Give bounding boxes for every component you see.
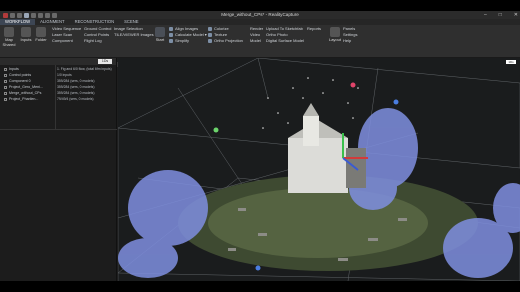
image-selection-button[interactable]: Image Selection — [114, 26, 143, 31]
window-title: Merge_without_CPs* - RealityCapture — [221, 12, 299, 17]
colorize-button[interactable]: Colorize — [208, 26, 229, 31]
new-project-icon — [4, 27, 14, 37]
viewport-layout-badge[interactable]: 1Ds — [506, 60, 516, 64]
laser-scan-button[interactable]: Laser Scan — [52, 32, 72, 37]
tree-item-project-pharilen[interactable]: Project_Pharilen... — [4, 97, 38, 102]
texture-button[interactable]: Texture — [208, 32, 227, 37]
upload-sketchfab-button[interactable]: Upload To Sketchfab — [266, 26, 303, 31]
settings-button[interactable]: Settings — [343, 32, 357, 37]
tree-item-inputs[interactable]: Inputs — [4, 67, 19, 72]
checkbox[interactable] — [4, 67, 7, 71]
info-line: 1/0 inputs — [57, 73, 72, 77]
tileviewer-images-button[interactable]: TILE/VIEWER Images — [114, 32, 154, 37]
checkbox[interactable] — [4, 73, 7, 77]
panel-divider — [0, 129, 117, 130]
ground-patch — [208, 188, 428, 258]
play-icon — [155, 27, 165, 37]
info-line: 79/49/4 (sers, 0 models) — [57, 97, 94, 101]
info-line: 359/284 (sers, 0 models) — [57, 91, 95, 95]
panel-splitter[interactable] — [55, 65, 56, 129]
ortho-icon — [208, 38, 212, 43]
tree-item-component[interactable]: Component 0 — [4, 79, 31, 84]
tree-item-control-points[interactable]: Control points — [4, 73, 31, 78]
app-window: Merge_without_CPs* - RealityCapture – □ … — [0, 11, 520, 281]
texture-icon — [208, 32, 212, 37]
title-bar: Merge_without_CPs* - RealityCapture – □ … — [0, 11, 520, 19]
checkbox[interactable] — [4, 79, 7, 83]
inputs-button[interactable]: Inputs — [18, 27, 34, 43]
calculate-model-button[interactable]: Calculate Model ▾ — [169, 32, 207, 37]
layout-icon — [330, 27, 340, 37]
church-model — [288, 103, 366, 193]
folder-button[interactable]: Folder — [33, 27, 49, 43]
video-button[interactable]: Video — [250, 32, 260, 37]
tree-item-project-gero[interactable]: Project_Gero_Meni... — [4, 85, 43, 90]
project-panel: 1Ds Inputs Control points Component 0 Pr… — [0, 58, 117, 281]
control-points-button[interactable]: Control Points — [84, 32, 109, 37]
digital-surface-model-button[interactable]: Digital Surface Model — [266, 38, 304, 43]
inputs-icon — [21, 27, 31, 37]
tree-item-merge[interactable]: Merge_without_CPs — [4, 91, 41, 96]
camera-marker[interactable] — [213, 127, 219, 133]
panels-button[interactable]: Panels — [343, 26, 355, 31]
new-map-button[interactable]: Map Shared — [1, 27, 17, 47]
maximize-button[interactable]: □ — [499, 11, 502, 19]
folder-icon — [36, 27, 46, 37]
model-export-button[interactable]: Model — [250, 38, 261, 43]
camera-marker[interactable] — [350, 82, 356, 88]
close-button[interactable]: ✕ — [514, 11, 518, 19]
checkbox[interactable] — [4, 91, 7, 95]
camera-marker[interactable] — [255, 265, 261, 271]
align-icon — [169, 26, 173, 31]
simplify-button[interactable]: Simplify — [169, 38, 189, 43]
info-line: 359/284 (sers, 0 models) — [57, 79, 95, 83]
ground-control-button[interactable]: Ground Control — [84, 26, 111, 31]
simplify-icon — [169, 38, 173, 43]
camera-marker[interactable] — [393, 99, 399, 105]
component-button[interactable]: Component — [52, 38, 73, 43]
panel-header: 1Ds — [0, 58, 116, 65]
align-images-button[interactable]: Align Images — [169, 26, 198, 31]
minimize-button[interactable]: – — [484, 11, 487, 19]
help-button[interactable]: Help — [343, 38, 351, 43]
model-icon — [169, 32, 173, 37]
ortho-photo-button[interactable]: Ortho Photo — [266, 32, 288, 37]
checkbox[interactable] — [4, 97, 7, 101]
layout-button[interactable]: Layout — [327, 27, 343, 43]
video-sequence-button[interactable]: Video Sequence — [52, 26, 81, 31]
window-controls: – □ ✕ — [484, 11, 518, 19]
scene-canvas[interactable] — [118, 58, 520, 281]
reports-button[interactable]: Reports — [307, 26, 321, 31]
3d-viewport[interactable]: 1Ds — [118, 58, 520, 281]
colorize-icon — [208, 26, 212, 31]
render-button[interactable]: Render — [250, 26, 263, 31]
ortho-projection-button[interactable]: Ortho Projection — [208, 38, 243, 43]
info-line: 1. Fig and 6/0 flow, (total 6fm inputs) — [57, 67, 112, 71]
flight-log-button[interactable]: Flight Log — [84, 38, 102, 43]
ribbon: Map Shared Inputs Folder Video Sequence … — [0, 25, 520, 67]
checkbox[interactable] — [4, 85, 7, 89]
info-line: 359/284 (sers, 0 models) — [57, 85, 95, 89]
start-button[interactable]: Start — [152, 27, 168, 43]
panel-layout-badge[interactable]: 1Ds — [98, 59, 112, 64]
